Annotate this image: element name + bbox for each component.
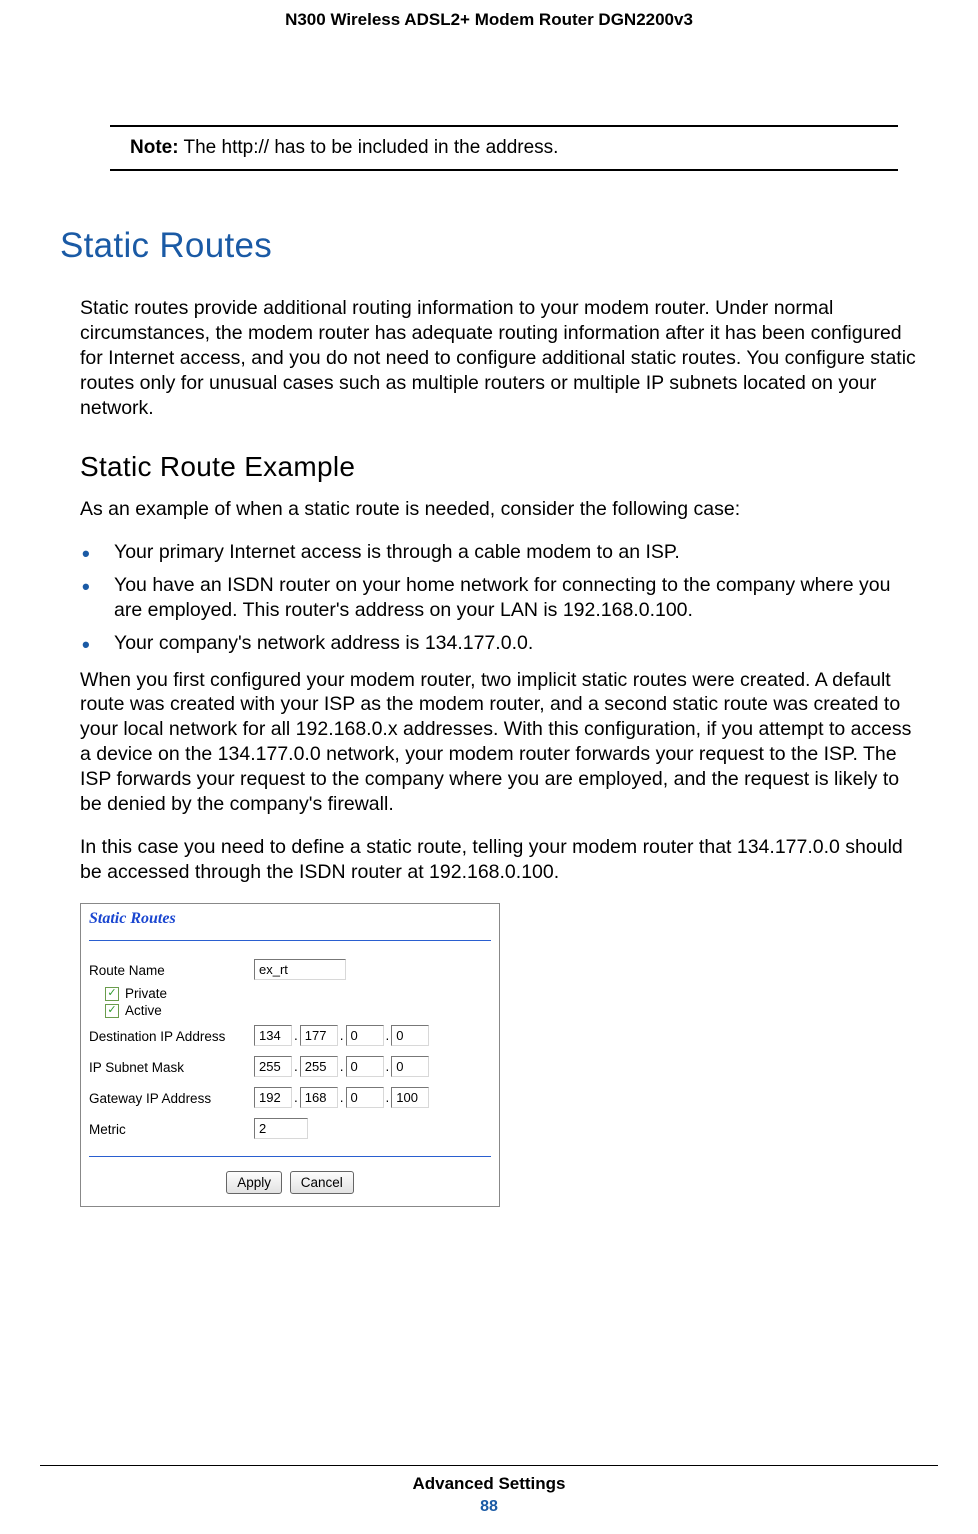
dot: . — [294, 1090, 298, 1105]
input-dest-ip-4[interactable]: 0 — [391, 1025, 429, 1046]
label-route-name: Route Name — [89, 961, 254, 978]
label-private: Private — [125, 986, 167, 1001]
note-label: Note: — [130, 137, 179, 158]
row-metric: Metric 2 — [89, 1114, 491, 1142]
row-subnet: IP Subnet Mask 255. 255. 0. 0 — [89, 1052, 491, 1080]
divider — [89, 1156, 491, 1157]
label-subnet: IP Subnet Mask — [89, 1058, 254, 1075]
label-dest-ip: Destination IP Address — [89, 1027, 254, 1044]
row-gateway: Gateway IP Address 192. 168. 0. 100 — [89, 1083, 491, 1111]
list-item: You have an ISDN router on your home net… — [80, 573, 918, 623]
dot: . — [340, 1090, 344, 1105]
dot: . — [294, 1059, 298, 1074]
bullet-list: Your primary Internet access is through … — [80, 540, 918, 656]
page-footer: Advanced Settings 88 — [0, 1465, 978, 1516]
dot: . — [386, 1090, 390, 1105]
input-subnet-4[interactable]: 0 — [391, 1056, 429, 1077]
dot: . — [340, 1059, 344, 1074]
list-item: Your company's network address is 134.17… — [80, 631, 918, 656]
dot: . — [340, 1028, 344, 1043]
note-text: The http:// has to be included in the ad… — [179, 137, 559, 158]
input-dest-ip-3[interactable]: 0 — [346, 1025, 384, 1046]
row-private: ✓ Private — [105, 986, 491, 1001]
input-subnet-2[interactable]: 255 — [300, 1056, 338, 1077]
row-route-name: Route Name ex_rt — [89, 955, 491, 983]
paragraph-explain-1: When you first configured your modem rou… — [80, 668, 918, 818]
input-dest-ip-2[interactable]: 177 — [300, 1025, 338, 1046]
form-title: Static Routes — [89, 908, 491, 932]
input-subnet-3[interactable]: 0 — [346, 1056, 384, 1077]
dot: . — [386, 1059, 390, 1074]
input-subnet-1[interactable]: 255 — [254, 1056, 292, 1077]
input-metric[interactable]: 2 — [254, 1118, 308, 1139]
dot: . — [294, 1028, 298, 1043]
page-header: N300 Wireless ADSL2+ Modem Router DGN220… — [0, 0, 978, 30]
paragraph-example-intro: As an example of when a static route is … — [80, 497, 918, 522]
row-active: ✓ Active — [105, 1003, 491, 1018]
input-gateway-1[interactable]: 192 — [254, 1087, 292, 1108]
heading-example: Static Route Example — [80, 451, 938, 483]
note-box: Note: The http:// has to be included in … — [110, 125, 898, 171]
label-gateway: Gateway IP Address — [89, 1089, 254, 1106]
checkbox-active[interactable]: ✓ — [105, 1004, 119, 1018]
content-area: Note: The http:// has to be included in … — [0, 125, 978, 1207]
input-gateway-3[interactable]: 0 — [346, 1087, 384, 1108]
label-active: Active — [125, 1003, 162, 1018]
cancel-button[interactable]: Cancel — [290, 1171, 354, 1194]
row-dest-ip: Destination IP Address 134. 177. 0. 0 — [89, 1021, 491, 1049]
footer-page-number: 88 — [0, 1498, 978, 1516]
divider — [89, 940, 491, 941]
input-dest-ip-1[interactable]: 134 — [254, 1025, 292, 1046]
input-route-name[interactable]: ex_rt — [254, 959, 346, 980]
input-gateway-2[interactable]: 168 — [300, 1087, 338, 1108]
label-metric: Metric — [89, 1120, 254, 1137]
footer-section: Advanced Settings — [0, 1474, 978, 1494]
static-routes-form: Static Routes Route Name ex_rt ✓ Private… — [80, 903, 500, 1207]
dot: . — [386, 1028, 390, 1043]
button-row: Apply Cancel — [89, 1171, 491, 1194]
heading-static-routes: Static Routes — [60, 226, 938, 266]
list-item: Your primary Internet access is through … — [80, 540, 918, 565]
paragraph-explain-2: In this case you need to define a static… — [80, 835, 918, 885]
input-gateway-4[interactable]: 100 — [391, 1087, 429, 1108]
footer-rule — [40, 1465, 938, 1466]
apply-button[interactable]: Apply — [226, 1171, 282, 1194]
checkbox-private[interactable]: ✓ — [105, 987, 119, 1001]
paragraph-intro: Static routes provide additional routing… — [80, 296, 918, 421]
